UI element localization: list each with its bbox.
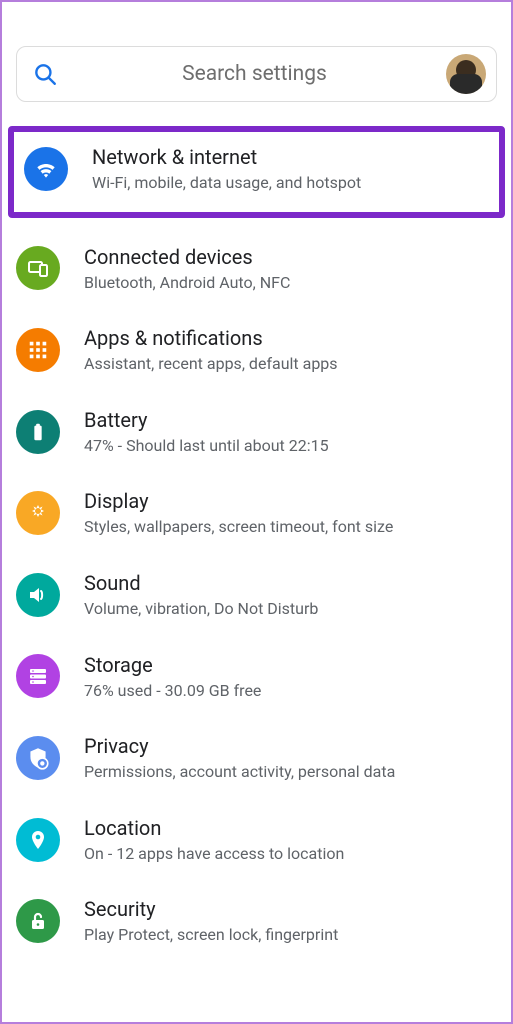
devices-icon	[16, 246, 60, 290]
settings-item-subtitle: Permissions, account activity, personal …	[84, 761, 395, 783]
location-icon	[16, 818, 60, 862]
settings-item-text: Privacy Permissions, account activity, p…	[84, 733, 395, 783]
settings-item-storage[interactable]: Storage 76% used - 30.09 GB free	[2, 636, 511, 718]
apps-icon	[16, 328, 60, 372]
volume-icon	[16, 573, 60, 617]
settings-item-subtitle: Play Protect, screen lock, fingerprint	[84, 924, 338, 946]
settings-item-subtitle: 76% used - 30.09 GB free	[84, 680, 261, 702]
settings-item-text: Network & internet Wi-Fi, mobile, data u…	[92, 144, 361, 194]
settings-item-title: Connected devices	[84, 244, 290, 270]
lock-open-icon	[16, 899, 60, 943]
search-icon	[27, 61, 63, 87]
privacy-icon	[16, 736, 60, 780]
settings-item-text: Storage 76% used - 30.09 GB free	[84, 652, 261, 702]
brightness-icon	[16, 491, 60, 535]
settings-item-text: Display Styles, wallpapers, screen timeo…	[84, 488, 393, 538]
settings-item-text: Security Play Protect, screen lock, fing…	[84, 896, 338, 946]
settings-item-text: Location On - 12 apps have access to loc…	[84, 815, 344, 865]
settings-item-title: Storage	[84, 652, 261, 678]
settings-item-network[interactable]: Network & internet Wi-Fi, mobile, data u…	[18, 140, 495, 198]
settings-item-apps[interactable]: Apps & notifications Assistant, recent a…	[2, 309, 511, 391]
settings-item-security[interactable]: Security Play Protect, screen lock, fing…	[2, 880, 511, 962]
settings-item-subtitle: Assistant, recent apps, default apps	[84, 353, 338, 375]
search-bar[interactable]: Search settings	[16, 46, 497, 102]
highlight-box: Network & internet Wi-Fi, mobile, data u…	[8, 126, 505, 218]
settings-item-location[interactable]: Location On - 12 apps have access to loc…	[2, 799, 511, 881]
settings-item-subtitle: Wi-Fi, mobile, data usage, and hotspot	[92, 172, 361, 194]
settings-item-subtitle: Volume, vibration, Do Not Disturb	[84, 598, 318, 620]
settings-item-text: Sound Volume, vibration, Do Not Disturb	[84, 570, 318, 620]
settings-item-connected[interactable]: Connected devices Bluetooth, Android Aut…	[2, 228, 511, 310]
settings-item-sound[interactable]: Sound Volume, vibration, Do Not Disturb	[2, 554, 511, 636]
settings-item-subtitle: On - 12 apps have access to location	[84, 843, 344, 865]
settings-item-title: Display	[84, 488, 393, 514]
settings-item-title: Battery	[84, 407, 329, 433]
settings-item-text: Connected devices Bluetooth, Android Aut…	[84, 244, 290, 294]
settings-item-text: Apps & notifications Assistant, recent a…	[84, 325, 338, 375]
settings-item-text: Battery 47% - Should last until about 22…	[84, 407, 329, 457]
settings-item-privacy[interactable]: Privacy Permissions, account activity, p…	[2, 717, 511, 799]
wifi-icon	[24, 147, 68, 191]
profile-avatar[interactable]	[446, 54, 486, 94]
settings-item-title: Location	[84, 815, 344, 841]
settings-item-title: Network & internet	[92, 144, 361, 170]
search-placeholder: Search settings	[63, 62, 446, 86]
settings-item-title: Privacy	[84, 733, 395, 759]
settings-item-subtitle: Bluetooth, Android Auto, NFC	[84, 272, 290, 294]
settings-item-subtitle: 47% - Should last until about 22:15	[84, 435, 329, 457]
settings-item-title: Apps & notifications	[84, 325, 338, 351]
settings-item-title: Sound	[84, 570, 318, 596]
battery-icon	[16, 410, 60, 454]
settings-item-display[interactable]: Display Styles, wallpapers, screen timeo…	[2, 472, 511, 554]
settings-item-battery[interactable]: Battery 47% - Should last until about 22…	[2, 391, 511, 473]
settings-item-subtitle: Styles, wallpapers, screen timeout, font…	[84, 516, 393, 538]
storage-icon	[16, 654, 60, 698]
settings-item-title: Security	[84, 896, 338, 922]
